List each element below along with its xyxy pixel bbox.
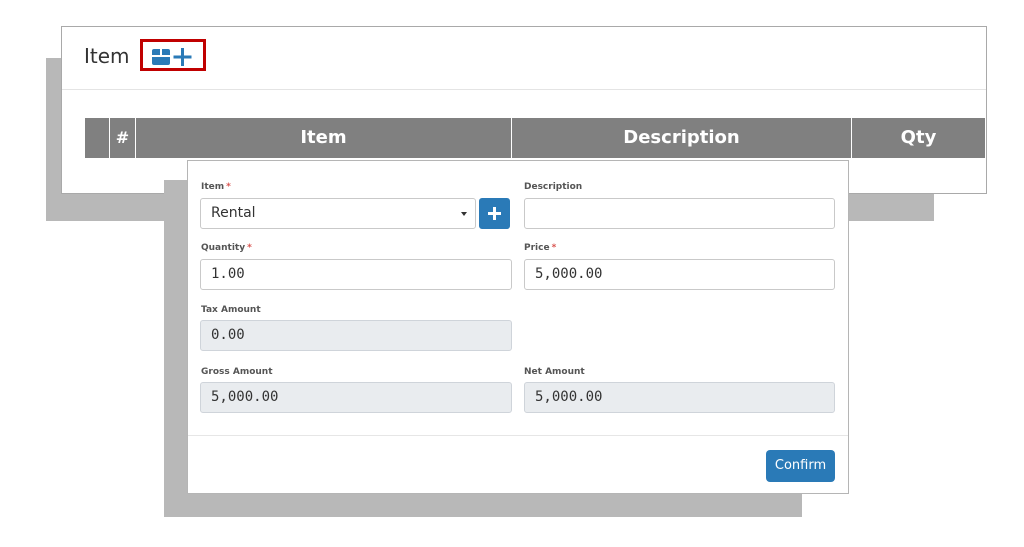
description-label: Description: [524, 182, 583, 192]
add-item-modal: Item * Rental Description Quantity * 1.00 …: [187, 160, 849, 494]
confirm-button[interactable]: Confirm: [766, 450, 835, 482]
net-amount-label: Net Amount: [524, 367, 585, 377]
quantity-input[interactable]: 1.00: [200, 259, 512, 290]
card-title: Item: [84, 44, 130, 68]
price-label-text: Price: [524, 243, 550, 253]
price-input[interactable]: 5,000.00: [524, 259, 835, 290]
gross-amount-field: 5,000.00: [200, 382, 512, 413]
item-label: Item *: [201, 182, 231, 192]
description-input[interactable]: [524, 198, 835, 229]
box-plus-icon: [152, 48, 192, 66]
column-header-item: Item: [135, 118, 511, 158]
gross-amount-label: Gross Amount: [201, 367, 273, 377]
item-select-value: Rental: [211, 205, 256, 221]
column-header-description: Description: [511, 118, 851, 158]
column-header-qty: Qty: [851, 118, 985, 158]
modal-footer-divider: [188, 435, 848, 436]
chevron-down-icon: [461, 212, 467, 216]
quantity-label: Quantity *: [201, 243, 252, 253]
quantity-label-text: Quantity: [201, 243, 246, 253]
required-mark: *: [551, 243, 557, 253]
plus-icon: [488, 207, 501, 220]
required-mark: *: [226, 182, 231, 192]
plus-icon: [173, 48, 192, 66]
net-amount-field: 5,000.00: [524, 382, 835, 413]
tax-amount-field: 0.00: [200, 320, 512, 351]
add-item-button[interactable]: [140, 39, 206, 71]
required-mark: *: [247, 243, 252, 253]
tax-amount-label: Tax Amount: [201, 305, 261, 315]
price-label: Price *: [524, 243, 556, 253]
column-header-spacer: [85, 118, 109, 158]
box-icon: [152, 49, 170, 65]
card-header: Item: [62, 27, 986, 90]
table-header: # Item Description Qty: [85, 118, 985, 158]
screen: Item # Item Description Qty Item * Renta…: [0, 0, 1024, 547]
item-select[interactable]: Rental: [200, 198, 476, 229]
add-item-type-button[interactable]: [479, 198, 510, 229]
item-label-text: Item: [201, 182, 225, 192]
column-header-number: #: [109, 118, 135, 158]
